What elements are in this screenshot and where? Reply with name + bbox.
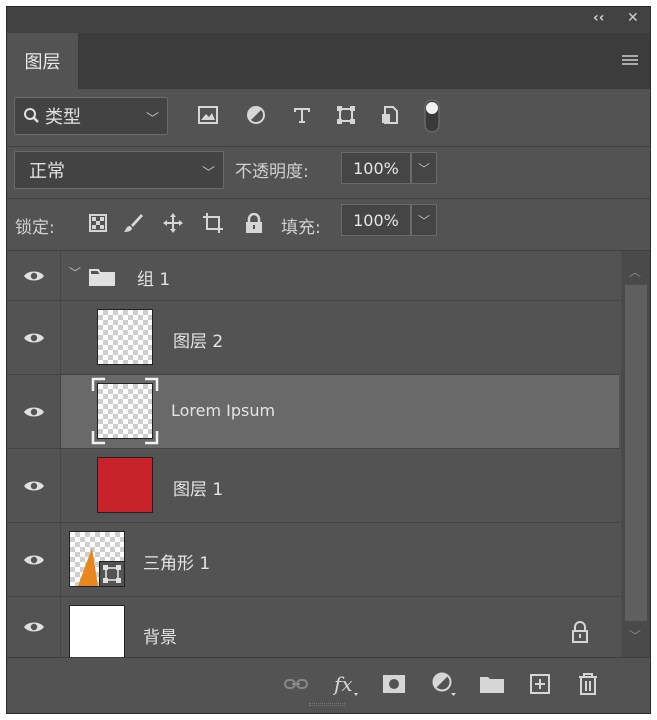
lock-label: 锁定: (15, 218, 55, 238)
fill-label: 填充: (281, 218, 321, 238)
layer-row-selected[interactable]: Lorem Ipsum (7, 375, 619, 449)
chevron-down-icon: ﹀ (201, 166, 215, 181)
lock-all-icon[interactable] (243, 212, 265, 234)
lock-icon[interactable] (571, 621, 589, 643)
layer-row[interactable]: 图层 1 (7, 449, 619, 523)
opacity-label: 不透明度: (235, 162, 309, 182)
layers-bottom-toolbar: fx (7, 657, 650, 709)
layer-thumbnail (97, 457, 153, 513)
new-adjustment-layer-icon[interactable] (431, 671, 457, 697)
filter-smart-object-icon[interactable] (379, 104, 401, 126)
layer-row-background[interactable]: 背景 (7, 597, 619, 659)
fill-input[interactable]: 100% (341, 204, 411, 236)
filter-shape-icon[interactable] (335, 104, 357, 126)
scroll-down-icon[interactable]: ﹀ (629, 627, 641, 644)
layer-thumbnail (69, 605, 125, 659)
visibility-toggle[interactable] (7, 251, 61, 300)
visibility-toggle[interactable] (7, 301, 61, 374)
add-mask-icon[interactable] (381, 671, 407, 697)
svg-text:fx: fx (333, 672, 353, 696)
layer-row[interactable]: 三角形 1 (7, 523, 619, 597)
eye-icon (23, 407, 44, 416)
layer-name: Lorem Ipsum (171, 401, 276, 420)
layer-thumbnail (69, 531, 125, 587)
delete-layer-trash-icon[interactable] (575, 671, 601, 697)
filter-type-icon[interactable] (291, 104, 313, 126)
lock-row: 锁定: 填充: (7, 199, 650, 251)
layer-style-fx-icon[interactable]: fx (333, 671, 359, 697)
new-layer-icon[interactable] (527, 671, 553, 697)
layer-name: 背景 (143, 628, 177, 648)
visibility-toggle[interactable] (7, 523, 61, 596)
eye-icon (23, 622, 44, 632)
filter-type-dropdown[interactable]: 类型 ﹀ (14, 97, 168, 135)
filter-adjustment-icon[interactable] (245, 104, 267, 126)
lock-position-move-icon[interactable] (162, 212, 184, 234)
eye-icon (23, 555, 44, 564)
opacity-value: 100% (353, 158, 399, 178)
tab-layers-label: 图层 (24, 52, 61, 73)
folder-icon (89, 269, 115, 286)
collapse-icon[interactable]: ‹‹ (593, 10, 605, 26)
layers-scrollbar[interactable]: ︿ ﹀ (621, 251, 650, 657)
layer-thumbnail (97, 309, 153, 365)
fill-value: 100% (353, 210, 399, 230)
search-icon (24, 108, 39, 123)
layer-name: 图层 1 (173, 480, 224, 500)
panel-title-strip: ‹‹ ✕ (7, 7, 650, 33)
lock-image-brush-icon[interactable] (122, 212, 144, 234)
tab-bar: 图层 (7, 33, 650, 89)
fill-dropdown-button[interactable]: ﹀ (411, 204, 437, 236)
selection-corners-icon (91, 377, 159, 445)
close-icon[interactable]: ✕ (627, 10, 639, 26)
layer-name: 组 1 (137, 270, 171, 290)
eye-icon (23, 481, 44, 490)
opacity-dropdown-button[interactable]: ﹀ (411, 152, 437, 184)
blend-mode-value: 正常 (29, 161, 65, 182)
blend-mode-dropdown[interactable]: 正常 ﹀ (14, 151, 224, 189)
chevron-down-icon[interactable]: ﹀ (69, 264, 81, 281)
scrollbar-thumb[interactable] (625, 285, 647, 621)
new-group-folder-icon[interactable] (479, 671, 505, 697)
layer-name: 三角形 1 (143, 554, 211, 574)
shape-badge-icon (99, 561, 125, 587)
visibility-toggle[interactable] (7, 449, 61, 522)
link-layers-icon[interactable] (283, 671, 309, 697)
lock-artboard-icon[interactable] (202, 212, 224, 234)
lock-transparent-icon[interactable] (87, 212, 109, 234)
tab-layers[interactable]: 图层 (7, 33, 78, 89)
resize-grip[interactable] (309, 703, 345, 706)
opacity-input[interactable]: 100% (341, 152, 411, 184)
layer-name: 图层 2 (173, 332, 224, 352)
filter-type-label: 类型 (45, 107, 81, 128)
visibility-toggle[interactable] (7, 375, 61, 448)
eye-icon (23, 271, 44, 280)
visibility-toggle[interactable] (7, 597, 61, 657)
panel-menu-icon[interactable] (622, 55, 638, 67)
layer-row-group[interactable]: ﹀ 组 1 (7, 251, 619, 301)
filter-toggle-icon[interactable] (422, 99, 442, 133)
layer-row[interactable]: 图层 2 (7, 301, 619, 375)
eye-icon (23, 333, 44, 342)
scroll-up-icon[interactable]: ︿ (629, 263, 641, 280)
filter-pixel-icon[interactable] (197, 104, 219, 126)
layers-list: ﹀ 组 1 图层 2 Lorem Ipsum 图层 1 三角形 1 背景 (7, 251, 619, 659)
chevron-down-icon: ﹀ (145, 112, 159, 127)
layers-panel: ‹‹ ✕ 图层 类型 ﹀ 正常 ﹀ 不透明度: 100% ﹀ 锁定: 填充: 1… (6, 6, 651, 714)
